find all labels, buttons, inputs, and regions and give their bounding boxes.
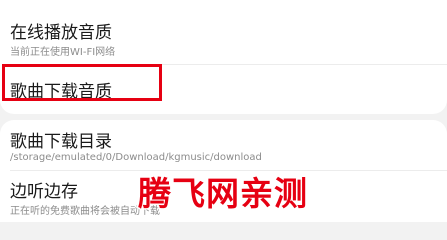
setting-download-directory[interactable]: 歌曲下载目录 /storage/emulated/0/Download/kgmu… <box>0 120 447 170</box>
watermark-text: 腾飞网亲测 <box>137 173 309 215</box>
settings-group-playback: 在线播放音质 当前正在使用WI-FI网络 歌曲下载音质 <box>0 0 447 114</box>
setting-title: 边听边存 <box>10 182 78 202</box>
setting-online-playback-quality[interactable]: 在线播放音质 当前正在使用WI-FI网络 <box>0 0 447 64</box>
setting-download-quality[interactable]: 歌曲下载音质 <box>0 65 447 114</box>
setting-title: 歌曲下载音质 <box>10 82 112 102</box>
setting-subtitle: /storage/emulated/0/Download/kgmusic/dow… <box>10 152 262 163</box>
setting-subtitle: 当前正在使用WI-FI网络 <box>10 47 116 58</box>
setting-title: 在线播放音质 <box>10 23 112 43</box>
settings-screen: 在线播放音质 当前正在使用WI-FI网络 歌曲下载音质 歌曲下载目录 /stor… <box>0 0 447 222</box>
setting-title: 歌曲下载目录 <box>10 132 112 152</box>
